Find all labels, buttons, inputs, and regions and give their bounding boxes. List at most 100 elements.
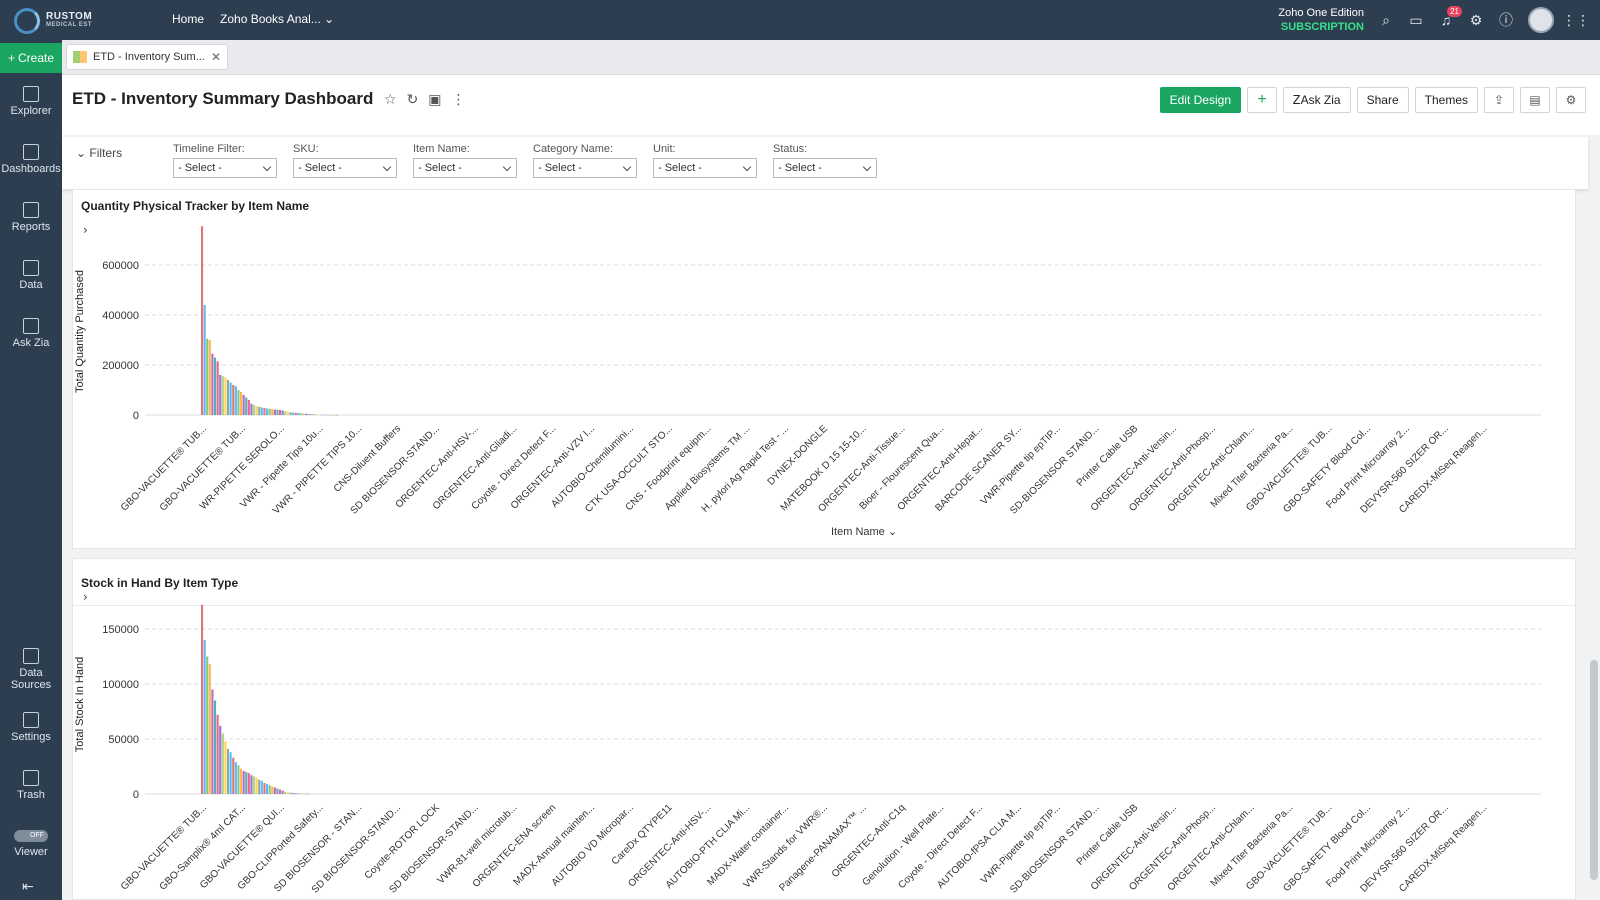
filters-label: Filters: [89, 146, 123, 160]
sidebar-item-ask-zia[interactable]: Ask Zia: [0, 318, 62, 349]
star-icon[interactable]: ☆: [384, 91, 397, 108]
upload-icon: [23, 648, 39, 664]
y-tick-label: 400000: [102, 310, 139, 322]
bar: [224, 377, 227, 415]
bar: [302, 413, 305, 415]
filter-item-name: Item Name: - Select -: [413, 143, 517, 178]
sidebar-item-data[interactable]: Data: [0, 260, 62, 291]
bar: [312, 414, 315, 415]
chat-icon[interactable]: ▭: [1408, 12, 1424, 28]
avatar[interactable]: [1528, 7, 1554, 33]
add-widget-button[interactable]: +: [1247, 87, 1277, 113]
sidebar-item-label: Ask Zia: [12, 337, 50, 349]
bar: [325, 414, 328, 416]
subscription-link[interactable]: SUBSCRIPTION: [1278, 20, 1364, 34]
gear-icon[interactable]: ⚙: [1468, 12, 1484, 28]
sidebar-item-data-sources[interactable]: Data Sources: [0, 648, 62, 691]
more-icon[interactable]: ⋮: [452, 91, 466, 108]
apps-grid-icon[interactable]: ⋮⋮: [1562, 12, 1590, 28]
bar: [297, 413, 300, 415]
bar: [318, 414, 321, 416]
bar: [323, 414, 326, 416]
create-label: Create: [17, 51, 55, 65]
save-icon[interactable]: ▣: [428, 91, 441, 108]
x-tick-label: VWR-Pipette tip epTIP...: [979, 802, 1063, 886]
bar: [331, 414, 334, 416]
bar: [328, 414, 331, 416]
top-bar: RUSTOM MEDICAL EST Home Zoho Books Anal.…: [0, 0, 1600, 40]
share-button[interactable]: Share: [1356, 87, 1409, 113]
y-tick-label: 600000: [102, 260, 139, 272]
search-icon[interactable]: ⌕: [1378, 12, 1394, 28]
nav-workspace-label: Zoho Books Anal...: [220, 12, 321, 26]
bar: [221, 733, 224, 794]
sidebar-item-trash[interactable]: Trash: [0, 770, 62, 801]
bar: [307, 414, 310, 415]
bar: [208, 664, 211, 794]
create-button[interactable]: + Create: [0, 43, 62, 73]
close-icon[interactable]: ✕: [211, 50, 221, 64]
timeline-select[interactable]: - Select -: [173, 158, 277, 178]
nav-home[interactable]: Home: [172, 12, 204, 26]
x-axis-selector[interactable]: Item Name ⌄: [831, 525, 897, 538]
dashboard-icon: [23, 144, 39, 160]
bar: [214, 700, 217, 794]
export-icon[interactable]: ⇪: [1484, 87, 1514, 113]
sidebar-item-dashboards[interactable]: Dashboards: [0, 144, 62, 175]
toggle-switch[interactable]: OFF: [14, 830, 48, 842]
category-select[interactable]: - Select -: [533, 158, 637, 178]
bar: [247, 773, 250, 794]
sidebar-item-reports[interactable]: Reports: [0, 202, 62, 233]
bar: [292, 412, 295, 415]
bar: [201, 604, 204, 794]
edit-design-button[interactable]: Edit Design: [1159, 87, 1241, 113]
sku-select[interactable]: - Select -: [293, 158, 397, 178]
x-tick-label: VWR-81-well microtub...: [436, 802, 520, 886]
comment-icon[interactable]: ▤: [1520, 87, 1550, 113]
dashboard-tab-icon: [73, 51, 87, 63]
sidebar-item-settings[interactable]: Settings: [0, 712, 62, 743]
bar: [206, 338, 209, 415]
title-bar: ETD - Inventory Summary Dashboard ☆ ↻ ▣ …: [62, 75, 1600, 135]
help-icon[interactable]: ⓘ: [1498, 12, 1514, 28]
sidebar-item-label: Data: [19, 279, 43, 291]
brand-logo[interactable]: RUSTOM MEDICAL EST: [14, 8, 92, 34]
bar: [302, 793, 305, 795]
status-select[interactable]: - Select -: [773, 158, 877, 178]
settings-icon[interactable]: ⚙: [1556, 87, 1586, 113]
bar: [203, 305, 206, 415]
x-axis-label: Item Name: [831, 526, 885, 538]
bar: [255, 406, 258, 415]
bar: [305, 793, 308, 795]
quantity-bar-chart[interactable]: 0 200000 400000 600000 Total Quantity Purcha…: [73, 190, 1577, 550]
bar: [255, 777, 258, 794]
themes-button[interactable]: Themes: [1414, 87, 1478, 113]
bar: [240, 768, 243, 794]
bar: [307, 793, 310, 795]
page-title: ETD - Inventory Summary Dashboard: [72, 89, 374, 108]
refresh-icon[interactable]: ↻: [407, 91, 419, 108]
bar: [242, 395, 245, 415]
bar: [242, 770, 245, 794]
item-name-select[interactable]: - Select -: [413, 158, 517, 178]
ask-zia-button[interactable]: Ꮓ Ask Zia: [1283, 87, 1351, 113]
unit-select[interactable]: - Select -: [653, 158, 757, 178]
bar: [258, 406, 261, 415]
tab-inventory-summary[interactable]: ETD - Inventory Sum... ✕: [66, 44, 228, 70]
edition-info[interactable]: Zoho One Edition SUBSCRIPTION: [1278, 6, 1364, 34]
vertical-scrollbar[interactable]: [1590, 660, 1598, 880]
filters-toggle[interactable]: ⌄ Filters: [76, 146, 122, 160]
chevron-down-icon: ⌄: [324, 12, 335, 26]
collapse-sidebar-icon[interactable]: ⇤: [22, 878, 34, 895]
toolbar: Edit Design + Ꮓ Ask Zia Share Themes ⇪ ▤ …: [1159, 87, 1586, 113]
filter-status: Status: - Select -: [773, 143, 877, 178]
y-tick-label: 150000: [102, 624, 139, 636]
viewer-toggle[interactable]: OFF Viewer: [0, 830, 62, 858]
x-tick-label: CNS-Diluent Buffers: [332, 423, 403, 494]
filter-label: Status:: [773, 143, 808, 155]
bell-icon[interactable]: ♫ 21: [1438, 6, 1462, 28]
stock-bar-chart[interactable]: 050000100000150000Total Stock In Hand›GB…: [73, 559, 1577, 900]
bar: [263, 783, 266, 794]
sidebar-item-explorer[interactable]: Explorer: [0, 86, 62, 117]
nav-workspace[interactable]: Zoho Books Anal... ⌄: [220, 12, 334, 26]
